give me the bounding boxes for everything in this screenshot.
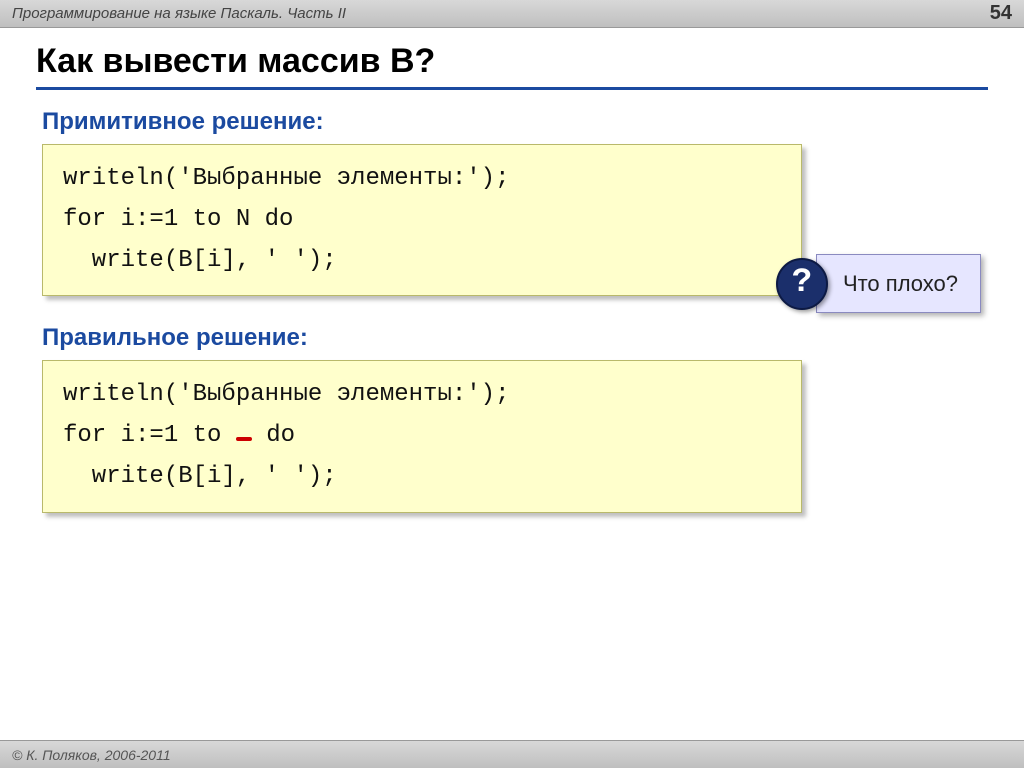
code-fragment: for i:=1 to xyxy=(63,422,236,449)
callout: ? Что плохо? xyxy=(776,254,981,313)
code-line: for i:=1 to N do xyxy=(63,200,781,241)
course-title: Программирование на языке Паскаль. Часть… xyxy=(12,5,346,22)
code-fragment: do xyxy=(252,422,295,449)
question-mark-icon: ? xyxy=(776,258,828,310)
header-bar: Программирование на языке Паскаль. Часть… xyxy=(0,0,1024,28)
count-highlight xyxy=(236,437,252,441)
page-number: 54 xyxy=(990,2,1012,25)
code-line: write(B[i], ' '); xyxy=(63,241,781,282)
footer-bar: © К. Поляков, 2006-2011 xyxy=(0,740,1024,768)
section2-label: Правильное решение: xyxy=(42,324,988,352)
copyright: © К. Поляков, 2006-2011 xyxy=(12,747,171,763)
callout-text: Что плохо? xyxy=(816,254,981,313)
code-box-primitive: writeln('Выбранные элементы:'); for i:=1… xyxy=(42,144,802,296)
code-line: writeln('Выбранные элементы:'); xyxy=(63,375,781,416)
code-line: for i:=1 to do xyxy=(63,416,781,457)
slide-content: Как вывести массив B? Примитивное решени… xyxy=(0,28,1024,513)
page-title: Как вывести массив B? xyxy=(36,42,988,90)
code-line: write(B[i], ' '); xyxy=(63,457,781,498)
code-box-correct: writeln('Выбранные элементы:'); for i:=1… xyxy=(42,360,802,512)
section1-label: Примитивное решение: xyxy=(42,108,988,136)
code-line: writeln('Выбранные элементы:'); xyxy=(63,159,781,200)
